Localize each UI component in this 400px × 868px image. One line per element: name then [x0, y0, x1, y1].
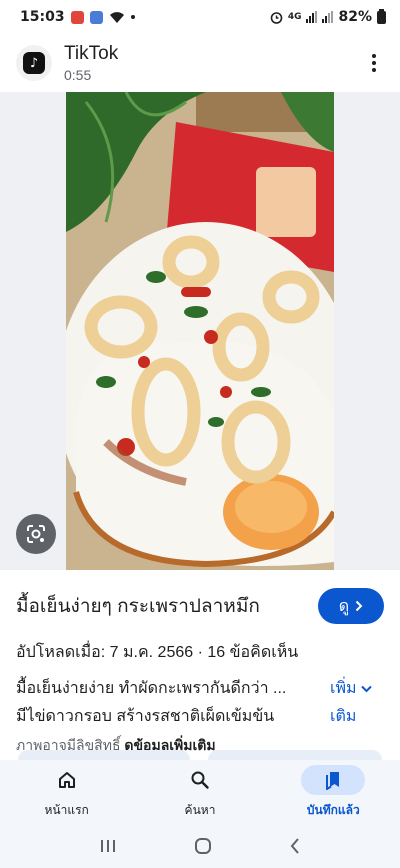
- signal-icon: [306, 11, 318, 23]
- chevron-down-icon: [360, 685, 372, 693]
- battery-percent: 82%: [338, 9, 372, 25]
- more-button[interactable]: เพิ่ม เติม: [330, 675, 382, 731]
- source-header: ♪ TikTok 0:55: [0, 34, 400, 92]
- search-icon: [191, 771, 209, 789]
- more-label-line2: เติม: [330, 708, 357, 725]
- result-info: มื้อเย็นง่ายๆ กระเพราปลาหมึก ดู อัปโหลดเ…: [0, 570, 400, 757]
- nav-saved-label: บันทึกแล้ว: [306, 802, 360, 817]
- nav-home[interactable]: หน้าแรก: [0, 760, 133, 824]
- tiktok-logo[interactable]: ♪: [16, 45, 52, 81]
- video-title: มื้อเย็นง่ายๆ กระเพราปลาหมึก: [16, 596, 260, 617]
- tiktok-icon: ♪: [23, 52, 45, 74]
- wifi-icon: [109, 11, 124, 23]
- chevron-right-icon: [355, 600, 363, 612]
- translate-icon: [89, 10, 103, 24]
- description-line-1: มื้อเย็นง่ายง่าย ทำผัดกะเพรากันดีกว่า ..…: [16, 680, 287, 697]
- recent-apps-icon[interactable]: [99, 838, 117, 854]
- nav-home-label: หน้าแรก: [44, 802, 89, 817]
- notification-icon: [70, 10, 84, 24]
- bottom-navigation: หน้าแรก ค้นหา บันทึกแล้ว: [0, 760, 400, 824]
- nav-search-label: ค้นหา: [184, 802, 216, 817]
- video-duration: 0:55: [64, 67, 92, 83]
- status-time: 15:03: [20, 9, 65, 25]
- view-button-label: ดู: [338, 597, 350, 615]
- lens-icon: [27, 525, 45, 543]
- back-icon[interactable]: [289, 837, 301, 855]
- video-description: มื้อเย็นง่ายง่าย ทำผัดกะเพรากันดีกว่า ..…: [0, 675, 400, 731]
- media-area: [0, 92, 400, 570]
- nav-saved[interactable]: บันทึกแล้ว: [267, 760, 400, 824]
- video-thumbnail[interactable]: [66, 92, 334, 570]
- view-button[interactable]: ดู: [318, 588, 384, 624]
- signal-icon-2: [322, 11, 334, 23]
- network-label: 4G: [287, 12, 302, 22]
- description-line-2: มีไข่ดาวกรอบ สร้างรสชาติเผ็ดเข้มข้น: [16, 708, 275, 725]
- battery-icon: [377, 8, 386, 24]
- dot-icon: [130, 15, 135, 19]
- more-label-line1: เพิ่ม: [330, 680, 357, 697]
- source-title: TikTok: [64, 43, 119, 64]
- system-navigation: [0, 824, 400, 868]
- upload-meta: อัปโหลดเมื่อ: 7 ม.ค. 2566 · 16 ข้อคิดเห็…: [16, 644, 299, 661]
- bookmark-icon: [326, 771, 340, 790]
- alarm-icon: [270, 11, 283, 24]
- lens-search-button[interactable]: [16, 514, 56, 554]
- home-icon: [58, 771, 75, 788]
- nav-search[interactable]: ค้นหา: [133, 760, 266, 824]
- home-button-icon[interactable]: [194, 837, 212, 855]
- more-options-icon[interactable]: [364, 54, 384, 72]
- status-bar: 15:03 4G 82%: [0, 0, 400, 34]
